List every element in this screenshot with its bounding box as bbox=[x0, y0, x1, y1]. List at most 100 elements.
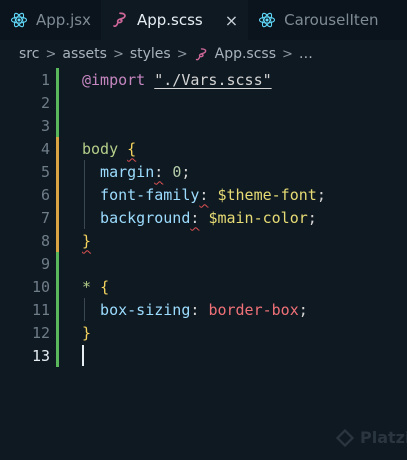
code-line[interactable]: 4 body { bbox=[0, 137, 407, 160]
code-line[interactable]: 13 bbox=[0, 344, 407, 367]
code-token: margin bbox=[82, 162, 155, 181]
added-line-marker bbox=[56, 298, 59, 321]
added-line-marker bbox=[56, 344, 59, 367]
code-text: } bbox=[82, 232, 91, 250]
code-line[interactable]: 9 bbox=[0, 252, 407, 275]
line-number: 4 bbox=[40, 139, 50, 158]
chevron-right-icon: > bbox=[112, 46, 124, 62]
code-token: { bbox=[127, 139, 137, 158]
line-number: 10 bbox=[31, 277, 50, 296]
added-line-marker bbox=[56, 275, 59, 298]
code-token: 0 bbox=[172, 162, 182, 181]
code-line[interactable]: 11 box-sizing: border-box; bbox=[0, 298, 407, 321]
line-number: 7 bbox=[40, 208, 50, 227]
code-line[interactable]: 3 bbox=[0, 114, 407, 137]
added-line-marker bbox=[56, 252, 59, 275]
line-number: 3 bbox=[40, 116, 50, 135]
tab-label: App.jsx bbox=[36, 11, 91, 29]
code-token: * bbox=[82, 277, 92, 296]
added-line-marker bbox=[56, 91, 59, 114]
tab-app-jsx[interactable]: App.jsx bbox=[0, 0, 101, 40]
code-token: } bbox=[82, 323, 92, 342]
code-text: font-family: $theme-font; bbox=[82, 186, 326, 204]
line-number: 5 bbox=[40, 162, 50, 181]
code-token: ; bbox=[307, 208, 317, 227]
indent-guide bbox=[84, 298, 85, 321]
code-text: background: $main-color; bbox=[82, 209, 317, 227]
react-icon bbox=[10, 11, 28, 29]
code-token: ; bbox=[298, 300, 308, 319]
line-number: 9 bbox=[40, 254, 50, 273]
close-icon[interactable]: × bbox=[225, 11, 238, 30]
breadcrumb-item-styles[interactable]: styles bbox=[130, 46, 171, 62]
code-line[interactable]: 2 bbox=[0, 91, 407, 114]
line-number: 1 bbox=[40, 70, 50, 89]
code-text: body { bbox=[82, 140, 136, 158]
sass-icon bbox=[195, 47, 206, 60]
chevron-right-icon: > bbox=[176, 46, 188, 62]
chevron-right-icon: > bbox=[282, 46, 293, 62]
code-line[interactable]: 1 @import "./Vars.scss" bbox=[0, 68, 407, 91]
code-token: "./Vars.scss" bbox=[154, 70, 272, 89]
tab-bar: App.jsx App.scss × CarouselIten bbox=[0, 0, 407, 40]
added-line-marker bbox=[56, 114, 59, 137]
tab-carousel-item[interactable]: CarouselIten bbox=[248, 0, 388, 40]
code-text: @import "./Vars.scss" bbox=[82, 71, 272, 89]
code-line[interactable]: 5 margin: 0; bbox=[0, 160, 407, 183]
code-token: font-family bbox=[82, 185, 200, 204]
code-token: : bbox=[154, 162, 164, 181]
tab-label: CarouselIten bbox=[284, 11, 379, 29]
modified-line-marker bbox=[56, 206, 59, 229]
breadcrumb-item-assets[interactable]: assets bbox=[62, 46, 107, 62]
line-number: 11 bbox=[31, 300, 50, 319]
code-token: @import bbox=[82, 70, 146, 89]
code-token: box-sizing bbox=[82, 300, 191, 319]
line-number: 8 bbox=[40, 231, 50, 250]
code-token: border-box bbox=[208, 300, 299, 319]
code-token: $theme-font bbox=[217, 185, 317, 204]
modified-line-marker bbox=[56, 160, 59, 183]
line-number: 2 bbox=[40, 93, 50, 112]
code-text: box-sizing: border-box; bbox=[82, 301, 308, 319]
code-line[interactable]: 7 background: $main-color; bbox=[0, 206, 407, 229]
modified-line-marker bbox=[56, 183, 59, 206]
code-line[interactable]: 8} bbox=[0, 229, 407, 252]
watermark: Platzi bbox=[336, 428, 407, 447]
line-number: 12 bbox=[31, 323, 50, 342]
code-token: } bbox=[82, 231, 92, 250]
tab-label: App.scss bbox=[136, 11, 203, 29]
tab-app-scss[interactable]: App.scss × bbox=[100, 0, 249, 40]
code-text: * { bbox=[82, 278, 109, 296]
code-text: margin: 0; bbox=[82, 163, 190, 181]
chevron-right-icon: > bbox=[45, 46, 57, 62]
added-line-marker bbox=[56, 321, 59, 344]
code-text: } bbox=[82, 324, 91, 342]
breadcrumb: src > assets > styles > App.scss > … bbox=[0, 40, 407, 68]
code-token: { bbox=[100, 277, 110, 296]
code-token: body bbox=[82, 139, 119, 158]
breadcrumb-file-label: App.scss bbox=[214, 46, 277, 62]
code-line[interactable]: 12} bbox=[0, 321, 407, 344]
code-line[interactable]: 10 * { bbox=[0, 275, 407, 298]
text-cursor bbox=[82, 345, 84, 366]
breadcrumb-more[interactable]: … bbox=[299, 46, 313, 62]
react-icon bbox=[258, 11, 276, 29]
sass-icon bbox=[111, 11, 129, 29]
platzi-logo-icon bbox=[336, 428, 354, 447]
modified-line-marker bbox=[56, 229, 59, 252]
breadcrumb-item-file[interactable]: App.scss bbox=[194, 46, 276, 62]
added-line-marker bbox=[56, 68, 59, 91]
breadcrumb-item-src[interactable]: src bbox=[19, 46, 39, 62]
indent-guide bbox=[84, 160, 85, 229]
code-token: ; bbox=[316, 185, 326, 204]
code-editor[interactable]: 1 @import "./Vars.scss" 2 3 4 body {5 margin:… bbox=[0, 68, 407, 460]
code-token: ; bbox=[181, 162, 191, 181]
line-number: 13 bbox=[31, 346, 50, 365]
code-token: background bbox=[82, 208, 191, 227]
code-token: $main-color bbox=[208, 208, 308, 227]
code-line[interactable]: 6 font-family: $theme-font; bbox=[0, 183, 407, 206]
